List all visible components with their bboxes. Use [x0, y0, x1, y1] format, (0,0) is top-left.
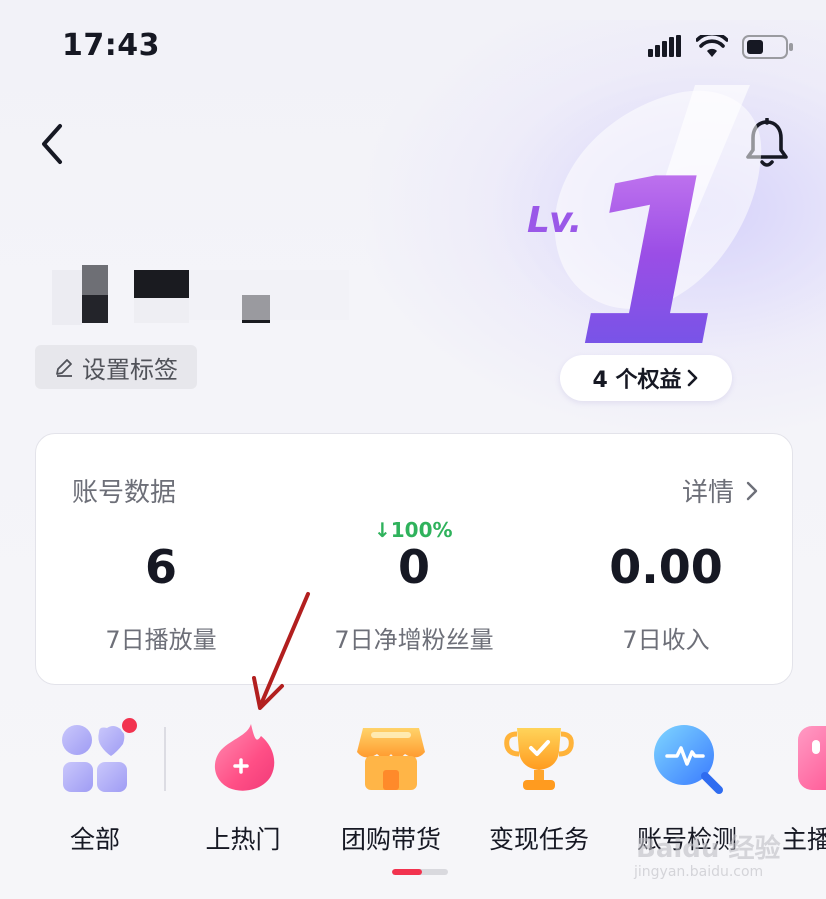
- stat-value: 0.00: [609, 540, 723, 594]
- tool-label: 变现任务: [488, 825, 589, 854]
- watermark-logo: Baidu 经验: [636, 834, 781, 864]
- perks-label: 4 个权益: [592, 368, 682, 393]
- chevron-right-icon: [746, 481, 758, 500]
- level-number: 1: [575, 131, 735, 398]
- tool-label: 上热门: [205, 825, 281, 854]
- shop-icon: [355, 722, 427, 794]
- chevron-right-icon: [688, 369, 698, 387]
- detail-link[interactable]: 详情: [682, 472, 758, 509]
- notification-dot: [120, 716, 139, 735]
- trophy-icon: [503, 722, 575, 794]
- status-time: 17:43: [62, 28, 160, 63]
- tool-boost[interactable]: 上热门: [178, 722, 308, 856]
- detail-label: 详情: [681, 478, 734, 508]
- followers-change: ↓100%: [374, 518, 453, 542]
- set-tag-label: 设置标签: [82, 355, 178, 384]
- tool-label: 团购带货: [340, 825, 441, 854]
- apps-grid-icon: [59, 716, 139, 794]
- stat-value: 0: [397, 540, 430, 594]
- divider: [164, 727, 166, 791]
- account-data-card: 账号数据 详情 ↓100% 6 7日播放量 0 7日净增粉丝量 0.00 7日收…: [35, 433, 793, 685]
- perks-button[interactable]: 4 个权益: [560, 355, 732, 401]
- flame-plus-icon: [207, 722, 279, 794]
- annotation-arrow-icon: [252, 592, 310, 710]
- wifi-icon: [696, 35, 728, 57]
- stat-label: 7日净增粉丝量: [334, 626, 494, 654]
- tool-group-buy[interactable]: 团购带货: [326, 722, 456, 856]
- watermark-url: jingyan.baidu.com: [634, 864, 764, 880]
- stat-value: 6: [144, 540, 177, 594]
- stat-net-followers[interactable]: 0 7日净增粉丝量: [294, 544, 534, 655]
- username-pixelated: [52, 265, 352, 325]
- card-title: 账号数据: [72, 478, 177, 508]
- tool-monetize-tasks[interactable]: 变现任务: [474, 722, 604, 856]
- pencil-icon: [56, 359, 72, 377]
- level-prefix: Lv.: [527, 200, 582, 241]
- tool-label: 主播: [782, 825, 826, 854]
- page-indicator: [392, 869, 448, 875]
- stat-label: 7日收入: [622, 626, 710, 654]
- pink-app-icon: [798, 722, 826, 794]
- status-icons: [648, 35, 794, 59]
- tool-all[interactable]: 全部: [30, 716, 160, 856]
- set-tag-button[interactable]: 设置标签: [35, 345, 197, 389]
- stat-plays[interactable]: 6 7日播放量: [41, 544, 281, 655]
- stat-income[interactable]: 0.00 7日收入: [546, 544, 786, 655]
- battery-icon: [742, 35, 793, 59]
- tool-label: 全部: [69, 825, 120, 854]
- magnifier-pulse-icon: [651, 722, 723, 794]
- cellular-signal-icon: [648, 35, 681, 57]
- stat-label: 7日播放量: [105, 626, 217, 654]
- chevron-left-icon[interactable]: [36, 122, 72, 166]
